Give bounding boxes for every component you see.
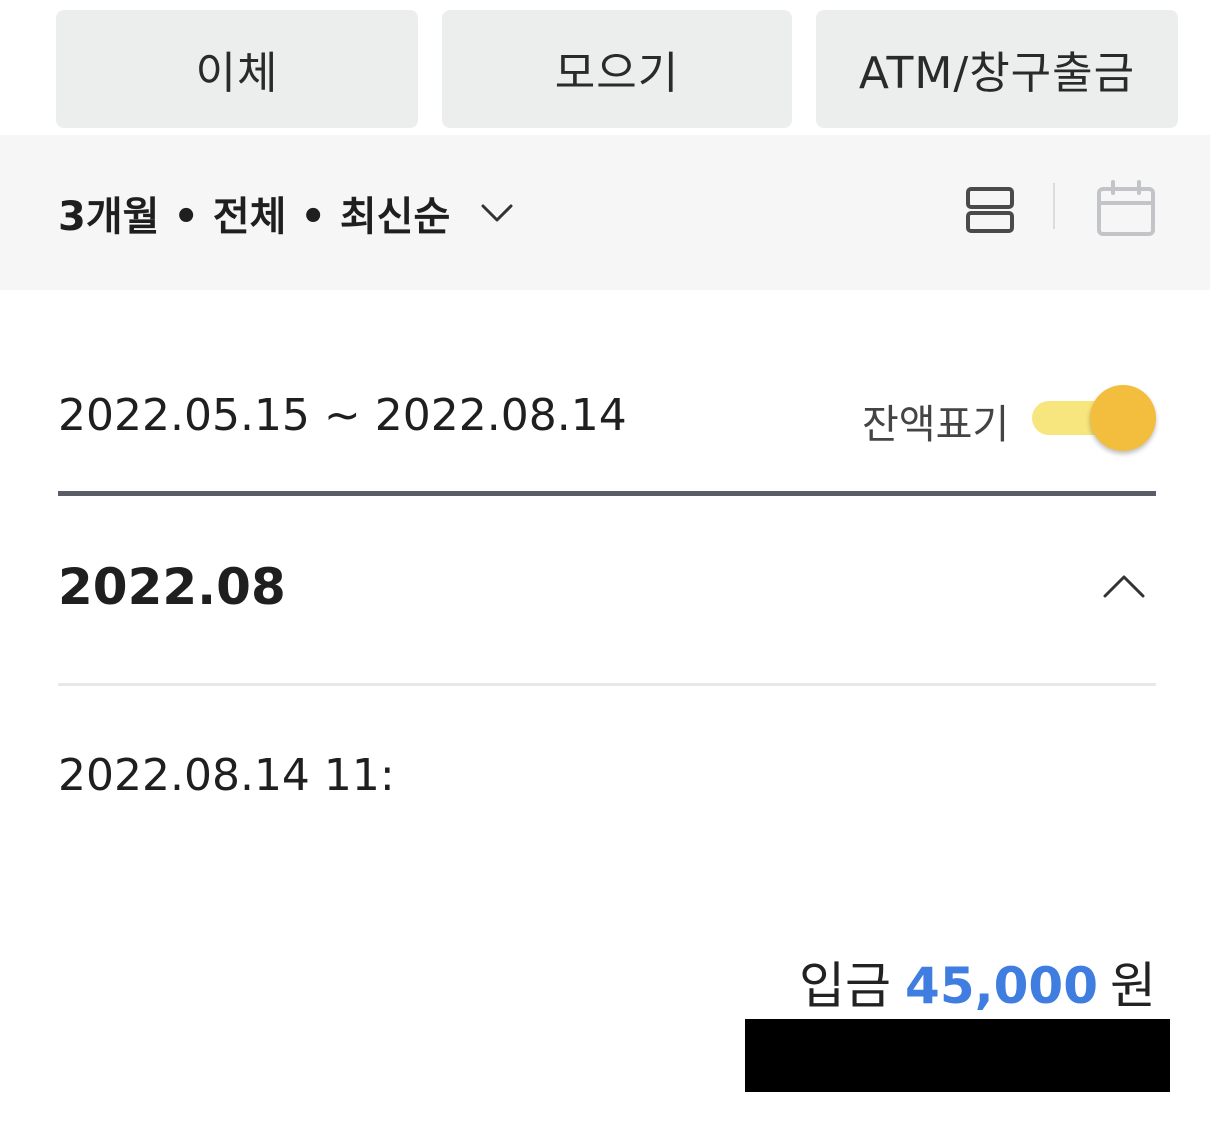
period-range: 2022.05.15 ~ 2022.08.14 xyxy=(58,390,627,441)
balance-toggle-switch[interactable] xyxy=(1028,383,1160,457)
transaction-amount-row: 입금 45,000 원 xyxy=(799,946,1156,1018)
filter-bar: 3개월 • 전체 • 최신순 xyxy=(0,135,1210,290)
calendar-icon[interactable] xyxy=(1096,179,1156,237)
redacted-balance xyxy=(745,1019,1170,1092)
list-view-icon[interactable] xyxy=(964,185,1016,235)
transfer-button[interactable]: 이체 xyxy=(56,10,418,128)
chevron-down-icon xyxy=(481,204,513,222)
icon-divider xyxy=(1053,183,1055,229)
month-title: 2022.08 xyxy=(58,558,286,616)
transaction-datetime: 2022.08.14 11: xyxy=(58,750,395,801)
transaction-history-screen: 이체 모으기 ATM/창구출금 3개월 • 전체 • 최신순 2022.05.1… xyxy=(0,0,1220,1148)
transaction-amount: 45,000 xyxy=(905,957,1098,1015)
currency-unit: 원 xyxy=(1110,957,1156,1015)
transaction-type: 입금 xyxy=(799,957,892,1015)
filter-dropdown[interactable]: 3개월 • 전체 • 최신순 xyxy=(58,183,514,243)
toggle-knob xyxy=(1090,385,1156,451)
section-divider xyxy=(58,491,1156,496)
filter-summary: 3개월 • 전체 • 최신순 xyxy=(58,194,451,240)
balance-toggle-label: 잔액표기 xyxy=(862,402,1010,448)
collect-button[interactable]: 모으기 xyxy=(442,10,792,128)
month-group-header[interactable]: 2022.08 xyxy=(58,510,1156,680)
month-divider xyxy=(58,683,1156,686)
atm-withdrawal-button[interactable]: ATM/창구출금 xyxy=(816,10,1178,128)
chevron-up-icon xyxy=(1103,575,1145,598)
